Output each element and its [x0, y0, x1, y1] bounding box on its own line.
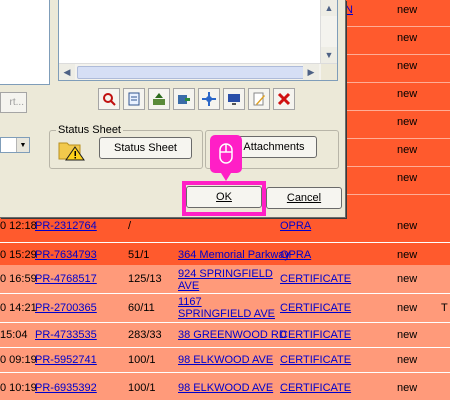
delete-icon	[277, 92, 291, 106]
dialog-window: rt... ▼ ▲ ▼ ◀ ▶ Status Sheet Status Shee…	[0, 0, 346, 218]
monitor-icon	[228, 94, 240, 105]
record-status: new	[397, 32, 418, 44]
ok-button-highlight	[182, 181, 266, 216]
row-extra: T	[441, 302, 448, 314]
row-type-link[interactable]: CERTIFICATE	[280, 382, 351, 394]
row-status: new	[397, 382, 418, 394]
left-list[interactable]	[0, 0, 50, 85]
row-address-link[interactable]: 1167 SPRINGFIELD AVE	[178, 296, 276, 320]
row-prn-link[interactable]: PR-4733535	[35, 329, 97, 341]
table-row[interactable]: 0 09:19 PR-5952741 100/1 98 ELKWOOD AVE …	[0, 348, 450, 372]
row-status: new	[397, 329, 418, 341]
vertical-scrollbar[interactable]: ▲ ▼	[320, 0, 337, 63]
row-prn-link[interactable]: PR-5952741	[35, 354, 97, 366]
record-link-partial[interactable]: N	[345, 4, 353, 16]
record-status: new	[397, 172, 418, 184]
row-type-link[interactable]: CERTIFICATE	[280, 273, 351, 285]
horizontal-scrollbar[interactable]: ◀ ▶	[59, 63, 337, 80]
chevron-down-icon[interactable]: ▼	[16, 138, 29, 152]
row-book: 100/1	[128, 354, 156, 366]
row-address-link[interactable]: 924 SPRINGFIELD AVE	[178, 268, 276, 292]
row-prn-link[interactable]: PR-2312764	[35, 220, 97, 232]
scroll-left-icon[interactable]: ◀	[59, 64, 75, 80]
export-button[interactable]	[148, 88, 170, 110]
row-type-link[interactable]: OPRA	[280, 220, 311, 232]
document-button[interactable]	[123, 88, 145, 110]
table-row[interactable]: 0 16:59 PR-4768517 125/13 924 SPRINGFIEL…	[0, 265, 450, 293]
row-status: new	[397, 354, 418, 366]
row-time: 0 14:21	[0, 302, 37, 314]
row-type-link[interactable]: CERTIFICATE	[280, 329, 351, 341]
status-sheet-button[interactable]: Status Sheet	[99, 137, 192, 159]
record-status: new	[397, 4, 418, 16]
scroll-down-icon[interactable]: ▼	[321, 47, 337, 63]
cancel-button-label: Cancel	[286, 192, 322, 204]
row-time: 15:04	[0, 329, 28, 341]
attachments-button[interactable]: Attachments	[231, 136, 317, 158]
export-icon	[153, 93, 165, 105]
scroll-corner	[321, 64, 337, 80]
row-prn-link[interactable]: PR-4768517	[35, 273, 97, 285]
row-book: /	[128, 220, 132, 232]
cancel-button[interactable]: Cancel	[266, 187, 342, 209]
row-time: 0 15:29	[0, 249, 37, 261]
edit-icon	[253, 92, 265, 106]
row-book: 60/11	[128, 302, 155, 314]
row-prn-link[interactable]: PR-7634793	[35, 249, 97, 261]
table-row[interactable]: 0 14:21 PR-2700365 60/11 1167 SPRINGFIEL…	[0, 294, 450, 322]
status-sheet-group-label: Status Sheet	[56, 124, 123, 136]
row-book: 125/13	[128, 273, 162, 285]
mouse-click-icon	[210, 135, 242, 181]
attachments-list[interactable]: ▲ ▼ ◀ ▶	[58, 0, 338, 81]
row-time: 0 16:59	[0, 273, 37, 285]
document-icon	[128, 92, 140, 106]
table-row[interactable]: 0 15:29 PR-7634793 51/1 364 Memorial Par…	[0, 243, 450, 265]
row-time: 0 10:19	[0, 382, 37, 394]
edit-button[interactable]	[248, 88, 270, 110]
row-status: new	[397, 220, 418, 232]
row-type-link[interactable]: OPRA	[280, 249, 311, 261]
settings-icon	[202, 92, 216, 106]
row-book: 51/1	[128, 249, 150, 261]
left-dropdown[interactable]: ▼	[0, 137, 30, 153]
scroll-thumb[interactable]	[77, 66, 311, 79]
status-sheet-group: Status Sheet Status Sheet	[49, 124, 203, 169]
row-type-link[interactable]: CERTIFICATE	[280, 354, 351, 366]
row-status: new	[397, 302, 418, 314]
scroll-up-icon[interactable]: ▲	[321, 0, 337, 16]
row-status: new	[397, 249, 418, 261]
row-time: 0 12:18	[0, 220, 37, 232]
row-book: 100/1	[128, 382, 156, 394]
row-prn-link[interactable]: PR-2700365	[35, 302, 97, 314]
monitor-button[interactable]	[223, 88, 245, 110]
table-row[interactable]: 0 10:19 PR-6935392 100/1 98 ELKWOOD AVE …	[0, 373, 450, 400]
move-button[interactable]	[173, 88, 195, 110]
record-status: new	[397, 116, 418, 128]
row-type-link[interactable]: CERTIFICATE	[280, 302, 351, 314]
row-time: 0 09:19	[0, 354, 37, 366]
left-panel: rt... ▼	[0, 0, 50, 180]
delete-button[interactable]	[273, 88, 295, 110]
row-prn-link[interactable]: PR-6935392	[35, 382, 97, 394]
record-status: new	[397, 144, 418, 156]
row-book: 283/33	[128, 329, 162, 341]
settings-button[interactable]	[198, 88, 220, 110]
scroll-right-icon[interactable]: ▶	[303, 64, 319, 80]
move-icon	[178, 95, 190, 104]
row-status: new	[397, 273, 418, 285]
search-icon	[103, 93, 116, 106]
record-status: new	[397, 60, 418, 72]
record-status: new	[397, 88, 418, 100]
warning-folder-icon	[58, 137, 86, 161]
search-button[interactable]	[98, 88, 120, 110]
table-row[interactable]: 15:04 PR-4733535 283/33 38 GREENWOOD RD …	[0, 323, 450, 347]
left-partial-button[interactable]: rt...	[0, 92, 27, 113]
